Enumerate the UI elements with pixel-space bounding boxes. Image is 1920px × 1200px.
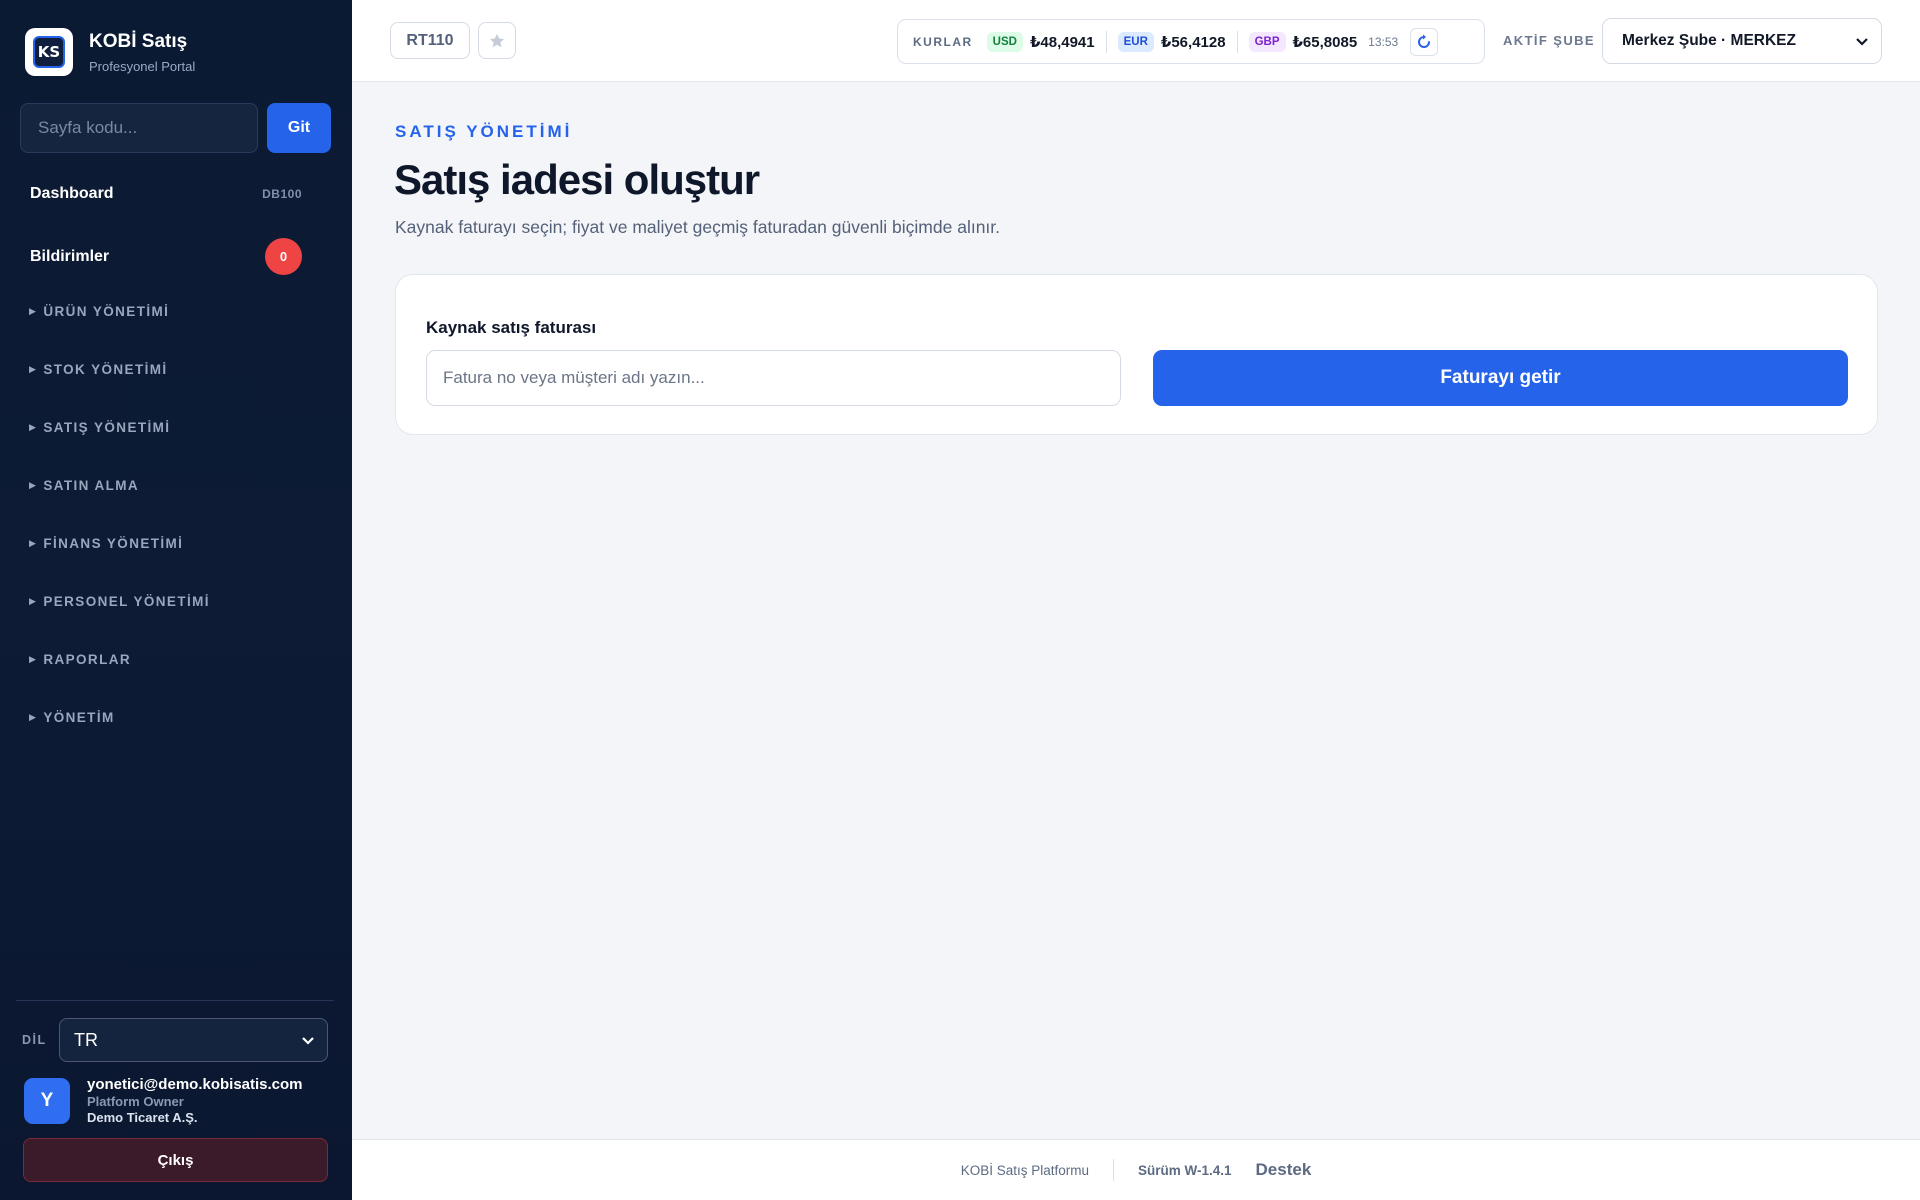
- sidebar-group-finans[interactable]: ▶ FİNANS YÖNETİMİ: [29, 536, 183, 551]
- favorite-star-button[interactable]: [478, 22, 516, 59]
- branch-select[interactable]: Merkez Şube · MERKEZ: [1602, 18, 1882, 64]
- footer: KOBİ Satış Platformu Sürüm W-1.4.1 Deste…: [352, 1139, 1920, 1200]
- sidebar-item-dashboard[interactable]: Dashboard DB100: [30, 185, 302, 203]
- sidebar-group-label: SATIN ALMA: [43, 478, 140, 493]
- invoice-search-input[interactable]: [426, 350, 1121, 406]
- divider: [1236, 30, 1238, 53]
- chevron-down-icon: [302, 1037, 314, 1045]
- sidebar-item-code: DB100: [262, 187, 302, 201]
- brand-subtitle: Profesyonel Portal: [89, 58, 196, 74]
- brand-title: KOBİ Satış: [89, 30, 188, 52]
- page-code-badge: RT110: [390, 22, 470, 59]
- logo-icon: KS: [33, 36, 65, 68]
- sidebar-group-satis[interactable]: ▶ SATIŞ YÖNETİMİ: [29, 420, 170, 435]
- currency-tag: EUR: [1117, 31, 1154, 52]
- avatar: Y: [24, 1078, 70, 1124]
- user-email: yonetici@demo.kobisatis.com: [87, 1076, 303, 1093]
- divider: [1105, 30, 1107, 53]
- footer-platform: KOBİ Satış Platformu: [960, 1162, 1090, 1178]
- rate-value: ₺65,8085: [1292, 33, 1358, 51]
- caret-right-icon: ▶: [29, 306, 38, 316]
- refresh-rates-button[interactable]: [1410, 27, 1439, 56]
- currency-tag: GBP: [1248, 31, 1286, 52]
- user-profile: Y yonetici@demo.kobisatis.com Platform O…: [24, 1076, 303, 1125]
- sidebar-group-label: PERSONEL YÖNETİMİ: [43, 594, 210, 609]
- currency-tag: USD: [986, 31, 1023, 52]
- sidebar-group-stok[interactable]: ▶ STOK YÖNETİMİ: [29, 362, 168, 377]
- page-title: Satış iadesi oluştur: [394, 156, 760, 203]
- refresh-icon: [1418, 34, 1431, 48]
- logout-button[interactable]: Çıkış: [23, 1138, 328, 1182]
- sidebar-group-label: ÜRÜN YÖNETİMİ: [43, 304, 170, 319]
- sidebar-group-label: RAPORLAR: [43, 652, 132, 667]
- caret-right-icon: ▶: [29, 654, 38, 664]
- caret-right-icon: ▶: [29, 712, 38, 722]
- fetch-invoice-button[interactable]: Faturayı getir: [1153, 350, 1848, 406]
- section-label: SATIŞ YÖNETİMİ: [395, 122, 573, 141]
- exchange-rates: KURLAR USD ₺48,4941 EUR ₺56,4128 GBP ₺65…: [897, 19, 1485, 64]
- language-value: TR: [74, 1029, 98, 1050]
- caret-right-icon: ▶: [29, 596, 38, 606]
- source-invoice-label: Kaynak satış faturası: [426, 318, 597, 337]
- branch-label: AKTİF ŞUBE: [1503, 33, 1595, 48]
- language-select[interactable]: TR: [59, 1018, 328, 1062]
- support-link[interactable]: Destek: [1256, 1160, 1312, 1180]
- rate-gbp: GBP ₺65,8085: [1248, 31, 1358, 52]
- sidebar: KS KOBİ Satış Profesyonel Portal Git Das…: [0, 0, 352, 1200]
- rates-label: KURLAR: [913, 34, 973, 49]
- brand[interactable]: KS KOBİ Satış Profesyonel Portal: [25, 28, 195, 76]
- brand-logo: KS: [25, 28, 73, 76]
- page-code-goto: Git: [20, 103, 331, 153]
- page-description: Kaynak faturayı seçin; fiyat ve maliyet …: [395, 217, 1001, 237]
- chevron-down-icon: [1856, 38, 1868, 46]
- language-selector: DİL TR: [22, 1018, 328, 1062]
- goto-button[interactable]: Git: [267, 103, 331, 153]
- sidebar-group-personel[interactable]: ▶ PERSONEL YÖNETİMİ: [29, 594, 210, 609]
- star-icon: [489, 33, 505, 47]
- rate-usd: USD ₺48,4941: [986, 31, 1095, 52]
- sidebar-item-label: Bildirimler: [30, 247, 110, 265]
- sidebar-group-label: YÖNETİM: [43, 710, 115, 725]
- topbar: RT110 KURLAR USD ₺48,4941 EUR ₺56,4128 G…: [352, 0, 1920, 82]
- sidebar-group-urun[interactable]: ▶ ÜRÜN YÖNETİMİ: [29, 304, 169, 319]
- footer-version: Sürüm W-1.4.1: [1138, 1162, 1232, 1178]
- sidebar-group-label: STOK YÖNETİMİ: [43, 362, 168, 377]
- source-invoice-card: Kaynak satış faturası Faturayı getir: [395, 274, 1878, 435]
- user-role: Platform Owner: [87, 1094, 184, 1109]
- caret-right-icon: ▶: [29, 538, 38, 548]
- sidebar-item-label: Dashboard: [30, 185, 114, 202]
- caret-right-icon: ▶: [29, 480, 38, 490]
- branch-value: Merkez Şube · MERKEZ: [1622, 32, 1796, 49]
- caret-right-icon: ▶: [29, 364, 38, 374]
- rate-eur: EUR ₺56,4128: [1117, 31, 1226, 52]
- sidebar-item-notifications[interactable]: Bildirimler 0: [30, 238, 302, 275]
- divider: [1113, 1159, 1115, 1181]
- sidebar-group-label: FİNANS YÖNETİMİ: [43, 536, 184, 551]
- sidebar-divider: [16, 1000, 334, 1001]
- notification-count-badge: 0: [265, 238, 302, 275]
- sidebar-group-yonetim[interactable]: ▶ YÖNETİM: [29, 710, 115, 725]
- caret-right-icon: ▶: [29, 422, 38, 432]
- rate-value: ₺56,4128: [1160, 33, 1226, 51]
- sidebar-group-label: SATIŞ YÖNETİMİ: [43, 420, 171, 435]
- user-company: Demo Ticaret A.Ş.: [87, 1110, 198, 1125]
- sidebar-group-raporlar[interactable]: ▶ RAPORLAR: [29, 652, 131, 667]
- rates-time: 13:53: [1368, 34, 1399, 49]
- language-label: DİL: [22, 1033, 47, 1047]
- sidebar-group-satin-alma[interactable]: ▶ SATIN ALMA: [29, 478, 139, 493]
- page-code-input[interactable]: [20, 103, 258, 153]
- rate-value: ₺48,4941: [1029, 33, 1095, 51]
